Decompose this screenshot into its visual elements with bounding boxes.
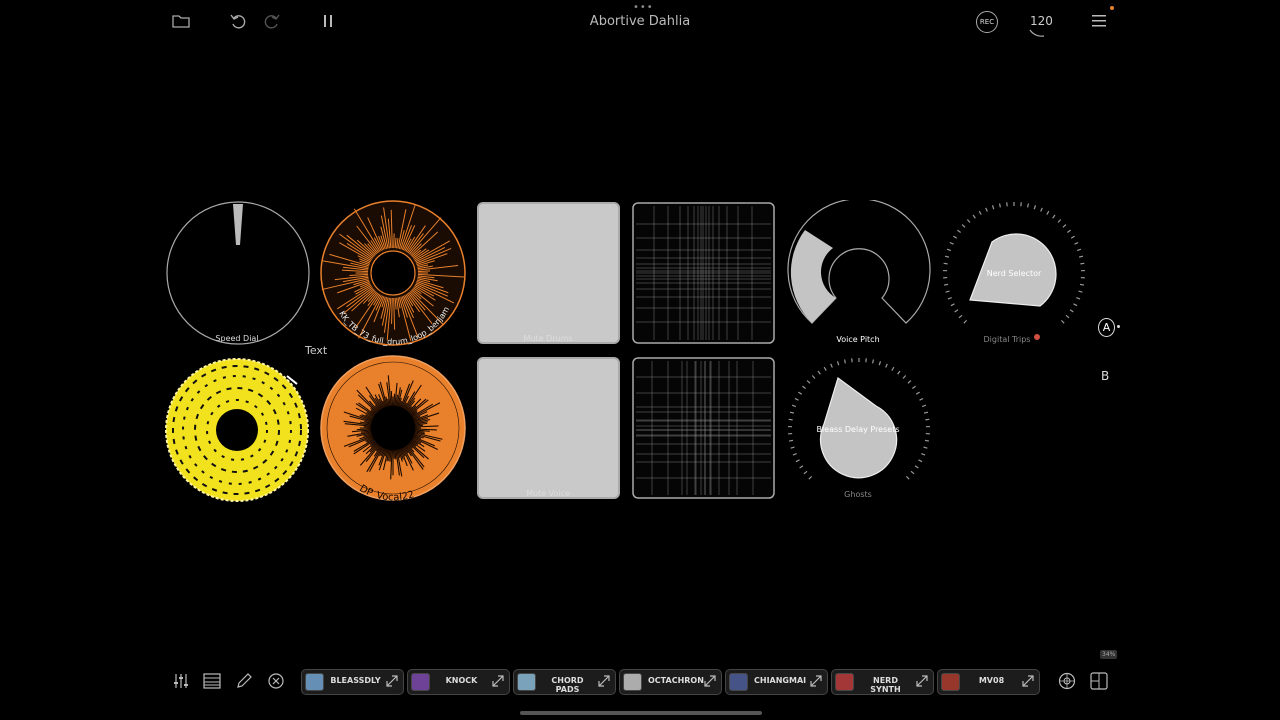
plugin-name: MV08 (978, 676, 1005, 685)
plugin-name: CHIANGMAI (754, 676, 807, 685)
cpu-badge: 34% (1100, 650, 1118, 659)
expand-icon[interactable] (491, 674, 505, 688)
expand-icon[interactable] (1021, 674, 1035, 688)
drum-loop-sample-name: KK_TB_73_full_drum_loop_benjamins (319, 199, 451, 347)
notification-dot (1110, 6, 1114, 10)
close-circle-icon[interactable] (267, 672, 285, 690)
speed-dial-knob[interactable] (165, 200, 311, 346)
plugin-button-knock[interactable]: KNOCK (407, 669, 510, 695)
plugin-name: CHORD PADS (551, 676, 584, 694)
plugin-button-bleassdly[interactable]: BLEASSDLY (301, 669, 404, 695)
bleass-delay-presets-knob[interactable] (786, 356, 932, 486)
plugin-thumbnail-icon (623, 673, 642, 691)
svg-text:KK_TB_73_full_drum_loop_benjam: KK_TB_73_full_drum_loop_benjamins (319, 199, 451, 347)
plugin-name: BLEASSDLY (330, 676, 381, 685)
expand-icon[interactable] (703, 674, 717, 688)
expand-icon[interactable] (597, 674, 611, 688)
menu-icon[interactable] (1091, 14, 1107, 28)
plugin-thumbnail-icon (305, 673, 324, 691)
xy-grid-pad-2[interactable] (632, 357, 775, 499)
digital-trips-label: Digital Trips (983, 335, 1031, 344)
plugin-thumbnail-icon (411, 673, 430, 691)
voice-pitch-label: Voice Pitch (836, 335, 880, 344)
nerd-selector-label: Nerd Selector (986, 269, 1042, 278)
plugin-button-nerd-synth[interactable]: NERD SYNTH (831, 669, 934, 695)
mixer-icon[interactable] (172, 672, 190, 690)
xy-grid-pad[interactable] (632, 202, 775, 344)
plugin-thumbnail-icon (835, 673, 854, 691)
plugin-button-chiangmai[interactable]: CHIANGMAI (725, 669, 828, 695)
plugin-name: NERD SYNTH (870, 676, 901, 694)
mute-drums-pad[interactable] (477, 202, 620, 344)
list-icon[interactable] (203, 672, 221, 690)
mute-drums-label: Mute Drums (523, 334, 573, 343)
svg-text:DP_Vocal22: DP_Vocal22 (357, 483, 415, 502)
mute-voice-label: Mute Voice (526, 489, 570, 498)
record-button[interactable]: REC (976, 11, 998, 33)
scene-a-indicator (1117, 325, 1120, 328)
plugin-thumbnail-icon (517, 673, 536, 691)
vocal-sample-name: DP_Vocal22 (357, 483, 415, 502)
plugin-thumbnail-icon (941, 673, 960, 691)
tempo-value[interactable]: 120 (1030, 14, 1053, 28)
nerd-selector-knob[interactable] (940, 200, 1088, 330)
ghosts-label: Ghosts (844, 490, 872, 499)
layout-icon[interactable] (1090, 672, 1108, 690)
plugin-button-octachron[interactable]: OCTACHRON (619, 669, 722, 695)
scene-b-button[interactable]: B (1101, 369, 1109, 383)
pencil-icon[interactable] (235, 672, 253, 690)
digital-trips-marker-icon (1034, 334, 1040, 340)
voice-pitch-arc[interactable] (786, 200, 932, 330)
expand-icon[interactable] (385, 674, 399, 688)
scene-a-button[interactable]: A (1098, 318, 1115, 337)
yellow-step-ring[interactable] (163, 356, 311, 504)
more-dots-icon[interactable]: ••• (633, 2, 654, 13)
plugin-name: OCTACHRON (648, 676, 704, 685)
project-title: Abortive Dahlia (589, 14, 691, 29)
plugin-button-mv08[interactable]: MV08 (937, 669, 1040, 695)
expand-icon[interactable] (809, 674, 823, 688)
expand-icon[interactable] (915, 674, 929, 688)
compass-icon[interactable] (1058, 672, 1076, 690)
plugin-thumbnail-icon (729, 673, 748, 691)
bleass-delay-presets-label: Bleass Delay Presets (816, 425, 900, 434)
mute-voice-pad[interactable] (477, 357, 620, 499)
speed-dial-label: Speed Dial (215, 334, 259, 343)
plugin-button-chord-pads[interactable]: CHORD PADS (513, 669, 616, 695)
home-indicator[interactable] (520, 711, 762, 715)
plugin-name: KNOCK (445, 676, 478, 685)
